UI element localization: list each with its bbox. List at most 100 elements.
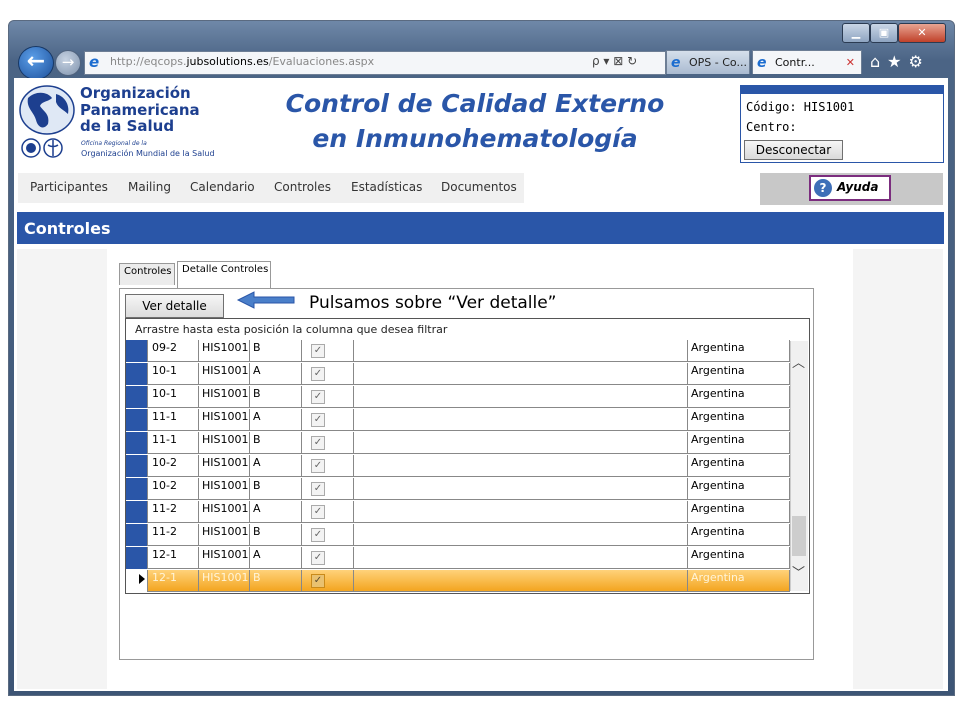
cell-control: 11-2 xyxy=(148,524,199,546)
cell-code: HIS1001 xyxy=(199,409,250,431)
maximize-button[interactable]: ▣ xyxy=(870,23,898,43)
row-selector[interactable] xyxy=(126,478,148,500)
cell-control: 10-1 xyxy=(148,363,199,385)
home-favorites-tools-icons[interactable]: ⌂★⚙ xyxy=(870,50,948,74)
cell-check: ✓ xyxy=(302,478,354,500)
browser-tab-ops[interactable]: e OPS - Co... xyxy=(666,50,750,74)
row-selector[interactable] xyxy=(126,501,148,523)
cell-type: A xyxy=(250,501,302,523)
tab-label: OPS - Co... xyxy=(689,56,747,69)
table-row[interactable]: 10-2 HIS1001 B ✓ Argentina xyxy=(126,478,790,501)
scroll-thumb[interactable] xyxy=(792,516,806,556)
table-row[interactable]: 12-1 HIS1001 A ✓ Argentina xyxy=(126,547,790,570)
table-row-selected[interactable]: 12-1 HIS1001 B ✓ Argentina xyxy=(126,570,790,593)
checkbox-icon: ✓ xyxy=(311,505,325,519)
content-left-margin xyxy=(17,249,107,689)
address-tools-icons[interactable]: ρ ▾ ⊠ ↻ xyxy=(592,54,637,68)
back-button[interactable]: ← xyxy=(18,46,54,80)
ver-detalle-button[interactable]: Ver detalle xyxy=(125,294,224,318)
cell-empty xyxy=(354,432,688,454)
ie-tab-icon: e xyxy=(757,55,767,71)
cell-country: Argentina xyxy=(688,455,790,477)
table-row[interactable]: 10-1 HIS1001 B ✓ Argentina xyxy=(126,386,790,409)
cell-check: ✓ xyxy=(302,363,354,385)
cell-type: A xyxy=(250,547,302,569)
arrow-right-icon: → xyxy=(61,53,75,71)
table-row[interactable]: 11-2 HIS1001 B ✓ Argentina xyxy=(126,524,790,547)
group-by-hint: Arrastre hasta esta posición la columna … xyxy=(135,323,448,336)
menu-item-calendario[interactable]: Calendario xyxy=(190,180,255,194)
cell-check: ✓ xyxy=(302,547,354,569)
menu-item-controles[interactable]: Controles xyxy=(274,180,331,194)
row-selector[interactable] xyxy=(126,363,148,385)
table-row[interactable]: 11-1 HIS1001 A ✓ Argentina xyxy=(126,409,790,432)
cell-empty xyxy=(354,386,688,408)
cell-type: B xyxy=(250,340,302,362)
cell-control: 11-1 xyxy=(148,432,199,454)
forward-button[interactable]: → xyxy=(55,50,81,76)
table-row[interactable]: 10-2 HIS1001 A ✓ Argentina xyxy=(126,455,790,478)
row-selector[interactable] xyxy=(126,340,148,362)
cell-code: HIS1001 xyxy=(199,478,250,500)
menu-item-mailing[interactable]: Mailing xyxy=(128,180,171,194)
tab-controles[interactable]: Controles xyxy=(119,263,175,285)
scroll-up-icon[interactable]: ︿ xyxy=(790,352,807,371)
help-icon: ? xyxy=(814,179,832,197)
logout-button[interactable]: Desconectar xyxy=(744,140,843,160)
cell-empty xyxy=(354,363,688,385)
checkbox-icon: ✓ xyxy=(311,436,325,450)
cell-country: Argentina xyxy=(688,386,790,408)
org-subtitle-2: Organización Mundial de la Salud xyxy=(81,149,215,158)
table-row[interactable]: 10-1 HIS1001 A ✓ Argentina xyxy=(126,363,790,386)
checkbox-icon: ✓ xyxy=(311,367,325,381)
who-seals-icon xyxy=(21,138,63,158)
page-title-line1: Control de Calidad Externo xyxy=(285,89,665,118)
row-selector[interactable] xyxy=(126,547,148,569)
cell-empty xyxy=(354,478,688,500)
table-row[interactable]: 11-2 HIS1001 A ✓ Argentina xyxy=(126,501,790,524)
row-selector[interactable] xyxy=(126,409,148,431)
table-row[interactable]: 09-2 HIS1001 B ✓ Argentina xyxy=(126,340,790,363)
row-selector[interactable] xyxy=(126,524,148,546)
cell-code: HIS1001 xyxy=(199,570,250,592)
row-selector[interactable] xyxy=(126,455,148,477)
cell-empty xyxy=(354,501,688,523)
table-row[interactable]: 11-1 HIS1001 B ✓ Argentina xyxy=(126,432,790,455)
close-tab-icon[interactable]: ✕ xyxy=(846,51,855,74)
checkbox-icon: ✓ xyxy=(311,574,325,588)
cell-check: ✓ xyxy=(302,570,354,592)
cell-empty xyxy=(354,570,688,592)
minimize-button[interactable]: ▁ xyxy=(842,23,870,43)
cell-control: 11-2 xyxy=(148,501,199,523)
close-window-button[interactable]: ✕ xyxy=(898,23,946,43)
page-title-line2: en Inmunohematología xyxy=(312,124,638,153)
org-name-line1: Organización xyxy=(80,84,191,102)
menu-item-estadisticas[interactable]: Estadísticas xyxy=(351,180,422,194)
cell-country: Argentina xyxy=(688,524,790,546)
current-row-pointer-icon xyxy=(139,574,145,584)
scroll-down-icon[interactable]: ﹀ xyxy=(790,562,807,581)
cell-check: ✓ xyxy=(302,409,354,431)
cell-check: ✓ xyxy=(302,501,354,523)
checkbox-icon: ✓ xyxy=(311,413,325,427)
menu-item-documentos[interactable]: Documentos xyxy=(441,180,517,194)
org-name-line3: de la Salud xyxy=(80,117,175,135)
cell-code: HIS1001 xyxy=(199,363,250,385)
ie-tab-icon: e xyxy=(671,55,681,71)
tab-label: Contr... xyxy=(775,56,815,69)
org-subtitle-1: Oficina Regional de la xyxy=(81,140,147,147)
cell-country: Argentina xyxy=(688,432,790,454)
address-url[interactable]: http://eqcops.jubsolutions.es/Evaluacion… xyxy=(110,55,374,68)
row-selector[interactable] xyxy=(126,432,148,454)
row-selector[interactable] xyxy=(126,386,148,408)
cell-control: 10-2 xyxy=(148,478,199,500)
cell-empty xyxy=(354,409,688,431)
tab-detalle-controles[interactable]: Detalle Controles xyxy=(177,261,271,288)
cell-control: 12-1 xyxy=(148,547,199,569)
checkbox-icon: ✓ xyxy=(311,528,325,542)
cell-code: HIS1001 xyxy=(199,547,250,569)
browser-tab-controles[interactable]: e Contr... ✕ xyxy=(752,50,862,74)
cell-type: B xyxy=(250,524,302,546)
window-controls: ▁ ▣ ✕ xyxy=(842,23,946,43)
menu-item-participantes[interactable]: Participantes xyxy=(30,180,108,194)
